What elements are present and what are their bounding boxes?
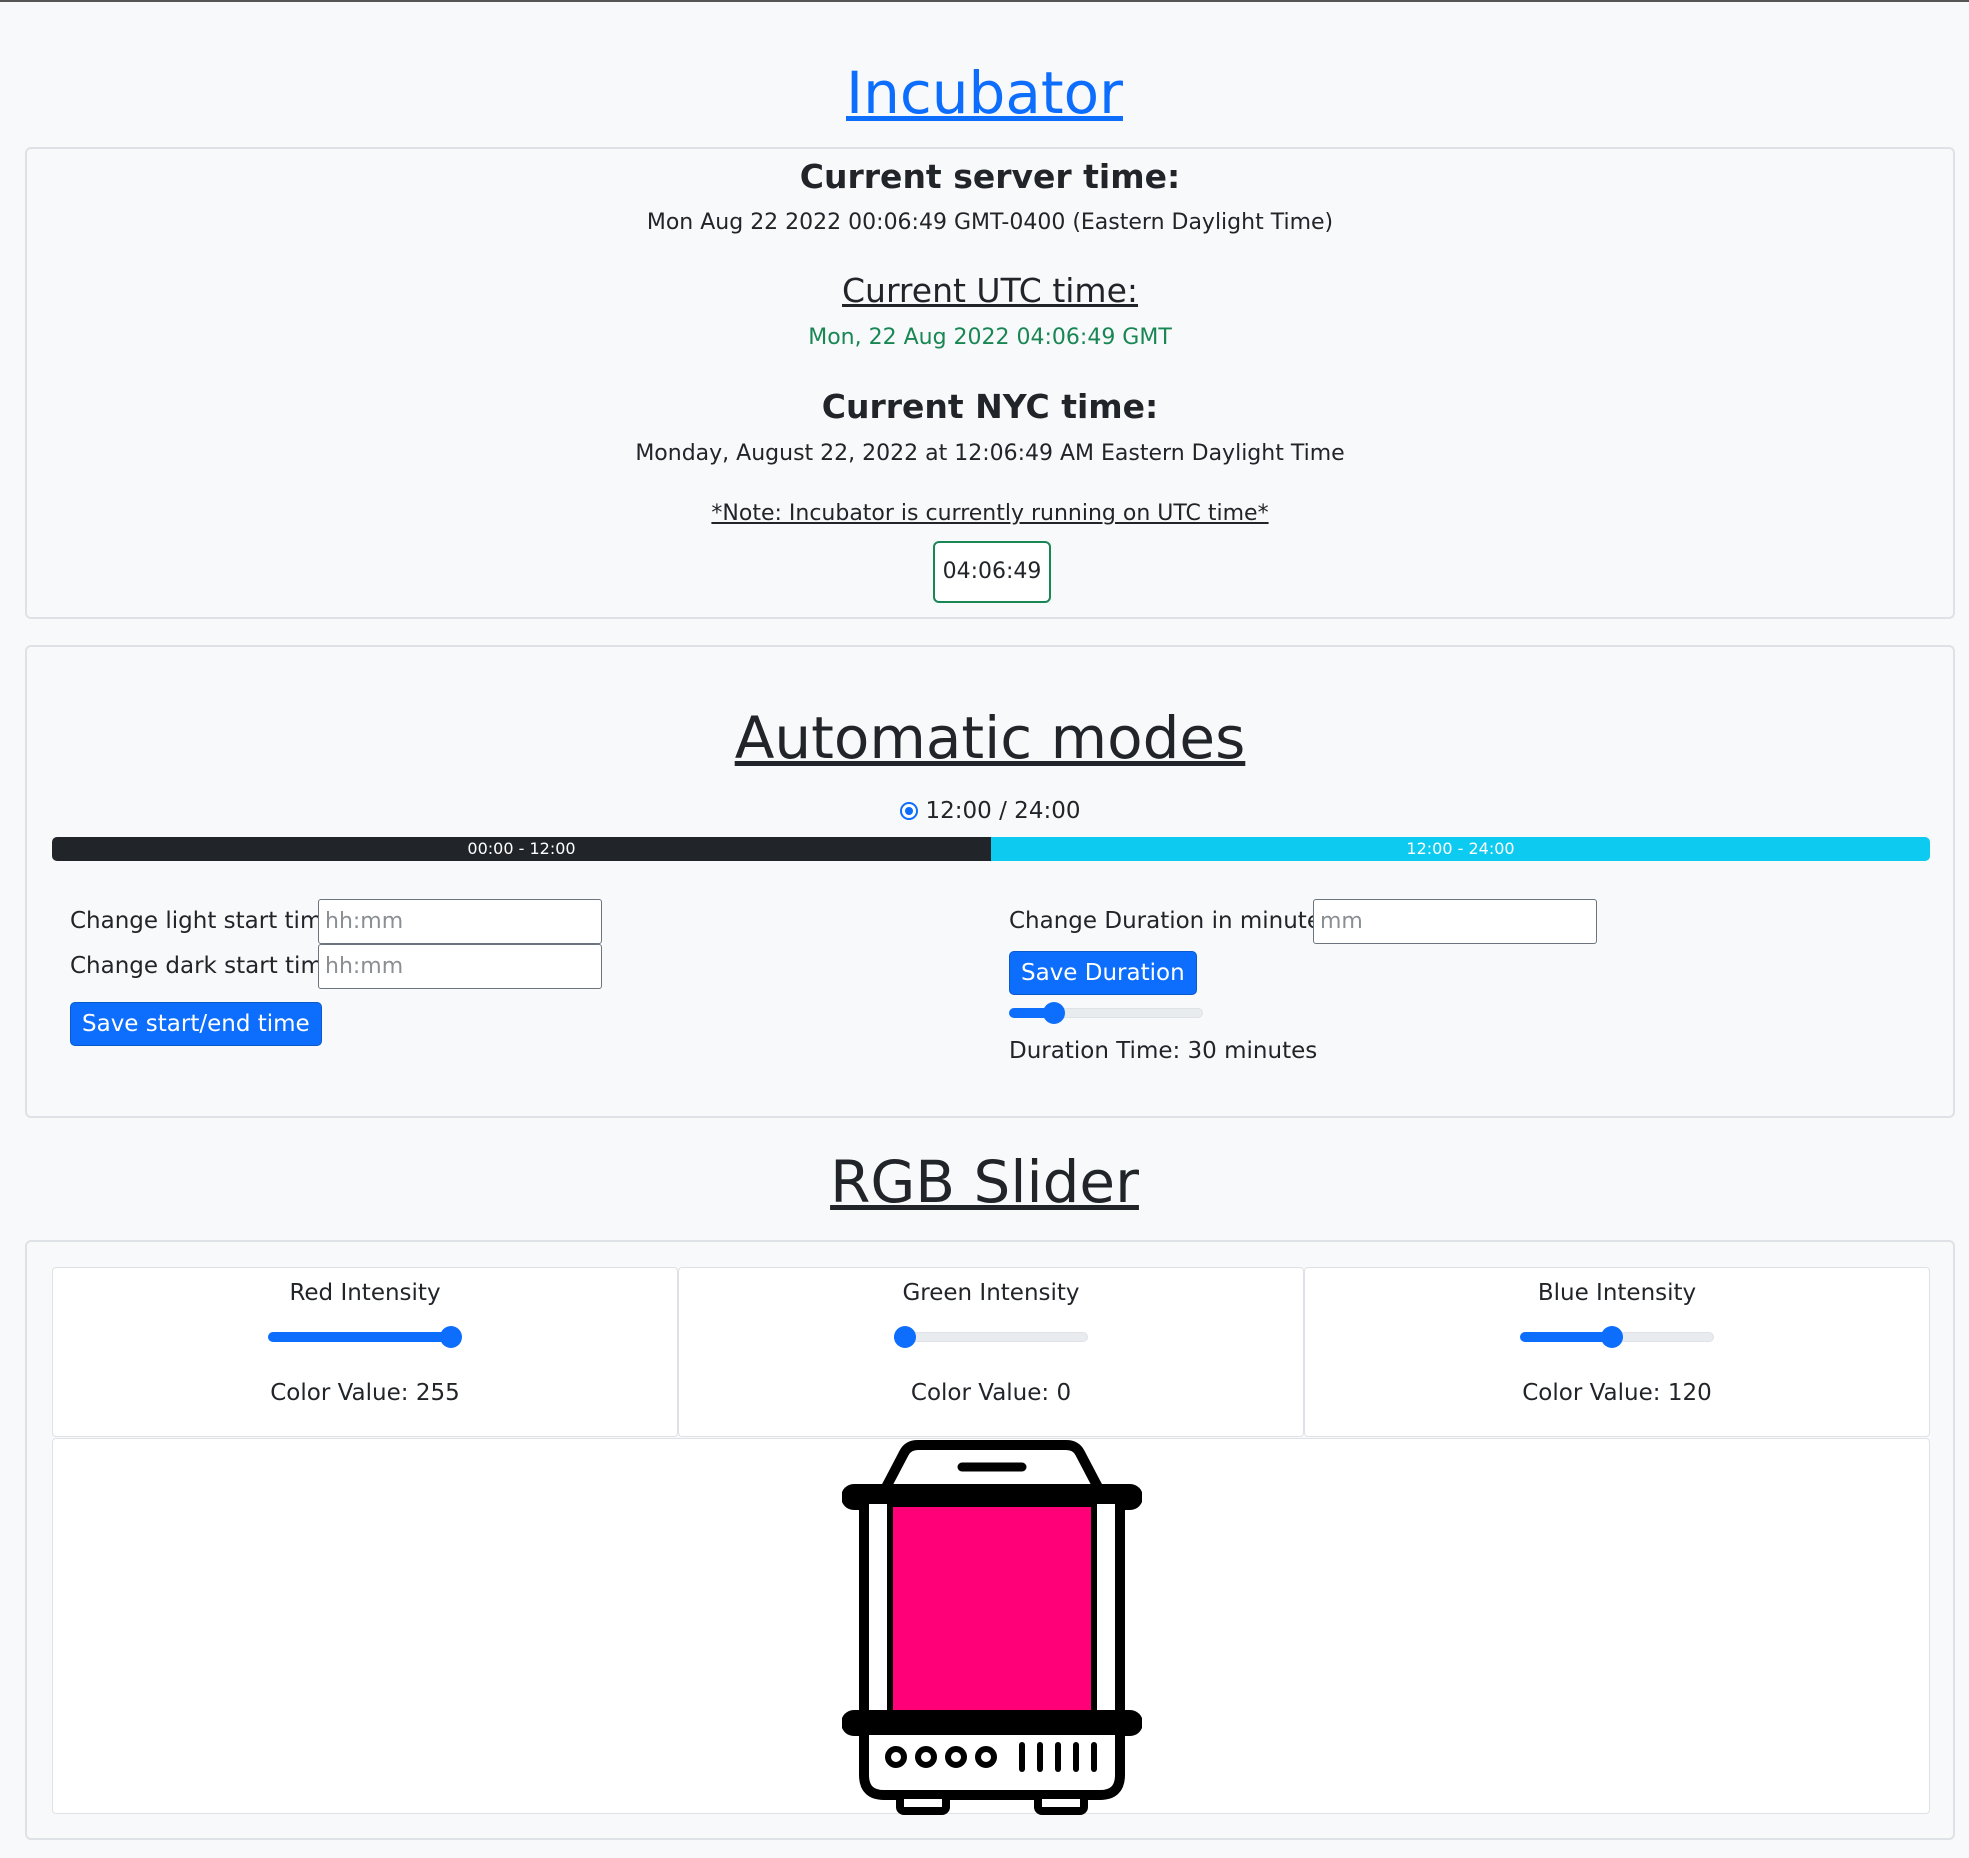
green-slider-thumb[interactable] xyxy=(894,1326,916,1348)
red-slider-fill xyxy=(268,1332,451,1342)
rgb-slider-title: RGB Slider xyxy=(830,1148,1139,1216)
incubator-icon xyxy=(842,1440,1142,1815)
dark-start-label: Change dark start time xyxy=(70,953,337,979)
duration-time-text: Duration Time: 30 minutes xyxy=(1009,1038,1318,1064)
green-slider-track xyxy=(894,1332,1088,1342)
light-start-label: Change light start time xyxy=(70,908,337,934)
page-title-link[interactable]: Incubator xyxy=(0,58,1969,128)
mode-radio-label: 12:00 / 24:00 xyxy=(925,798,1081,824)
red-intensity-label: Red Intensity xyxy=(289,1280,441,1306)
time-card: Current server time: Mon Aug 22 2022 00:… xyxy=(25,147,1955,619)
duration-slider-thumb[interactable] xyxy=(1043,1002,1066,1024)
incubator-preview-panel xyxy=(52,1438,1930,1815)
duration-input[interactable] xyxy=(1313,899,1597,944)
duration-label: Change Duration in minutes xyxy=(1009,908,1333,934)
green-intensity-label: Green Intensity xyxy=(902,1280,1080,1306)
red-color-value: Color Value: 255 xyxy=(270,1380,460,1406)
utc-clock-display: 04:06:49 xyxy=(933,541,1051,603)
green-intensity-slider[interactable] xyxy=(894,1326,1088,1348)
server-time-value: Mon Aug 22 2022 00:06:49 GMT-0400 (Easte… xyxy=(646,210,1334,235)
red-channel-cell: Red Intensity Color Value: 255 xyxy=(52,1267,678,1437)
blue-intensity-label: Blue Intensity xyxy=(1537,1280,1697,1306)
blue-color-value: Color Value: 120 xyxy=(1522,1380,1712,1406)
day-night-progress: 00:00 - 12:00 12:00 - 24:00 xyxy=(52,837,1930,861)
nyc-time-value: Monday, August 22, 2022 at 12:06:49 AM E… xyxy=(635,441,1345,466)
server-time-heading: Current server time: xyxy=(799,157,1181,196)
red-intensity-slider[interactable] xyxy=(268,1326,462,1348)
mode-radio-option[interactable]: 12:00 / 24:00 xyxy=(27,795,1953,827)
blue-slider-fill xyxy=(1520,1332,1612,1342)
utc-note: *Note: Incubator is currently running on… xyxy=(711,501,1269,526)
save-times-button[interactable]: Save start/end time xyxy=(70,1002,322,1046)
utc-time-heading: Current UTC time: xyxy=(841,271,1139,310)
blue-intensity-slider[interactable] xyxy=(1520,1326,1714,1348)
light-start-input[interactable] xyxy=(318,899,602,944)
mode-radio-button[interactable] xyxy=(899,802,918,820)
dark-start-input[interactable] xyxy=(318,944,602,989)
dark-period-bar: 00:00 - 12:00 xyxy=(52,837,991,861)
red-slider-thumb[interactable] xyxy=(440,1326,462,1348)
color-preview-window xyxy=(887,1501,1097,1717)
duration-slider[interactable] xyxy=(1009,1002,1203,1024)
blue-slider-thumb[interactable] xyxy=(1600,1326,1623,1348)
utc-time-value: Mon, 22 Aug 2022 04:06:49 GMT xyxy=(808,325,1172,350)
rgb-card: Red Intensity Color Value: 255 Green Int… xyxy=(25,1240,1955,1840)
green-color-value: Color Value: 0 xyxy=(910,1380,1072,1406)
automatic-modes-card: Automatic modes 12:00 / 24:00 00:00 - 12… xyxy=(25,645,1955,1118)
light-period-bar: 12:00 - 24:00 xyxy=(991,837,1930,861)
green-channel-cell: Green Intensity Color Value: 0 xyxy=(678,1267,1304,1437)
save-duration-button[interactable]: Save Duration xyxy=(1009,951,1197,995)
automatic-modes-title: Automatic modes xyxy=(734,704,1246,772)
blue-channel-cell: Blue Intensity Color Value: 120 xyxy=(1304,1267,1930,1437)
nyc-time-heading: Current NYC time: xyxy=(821,387,1159,426)
